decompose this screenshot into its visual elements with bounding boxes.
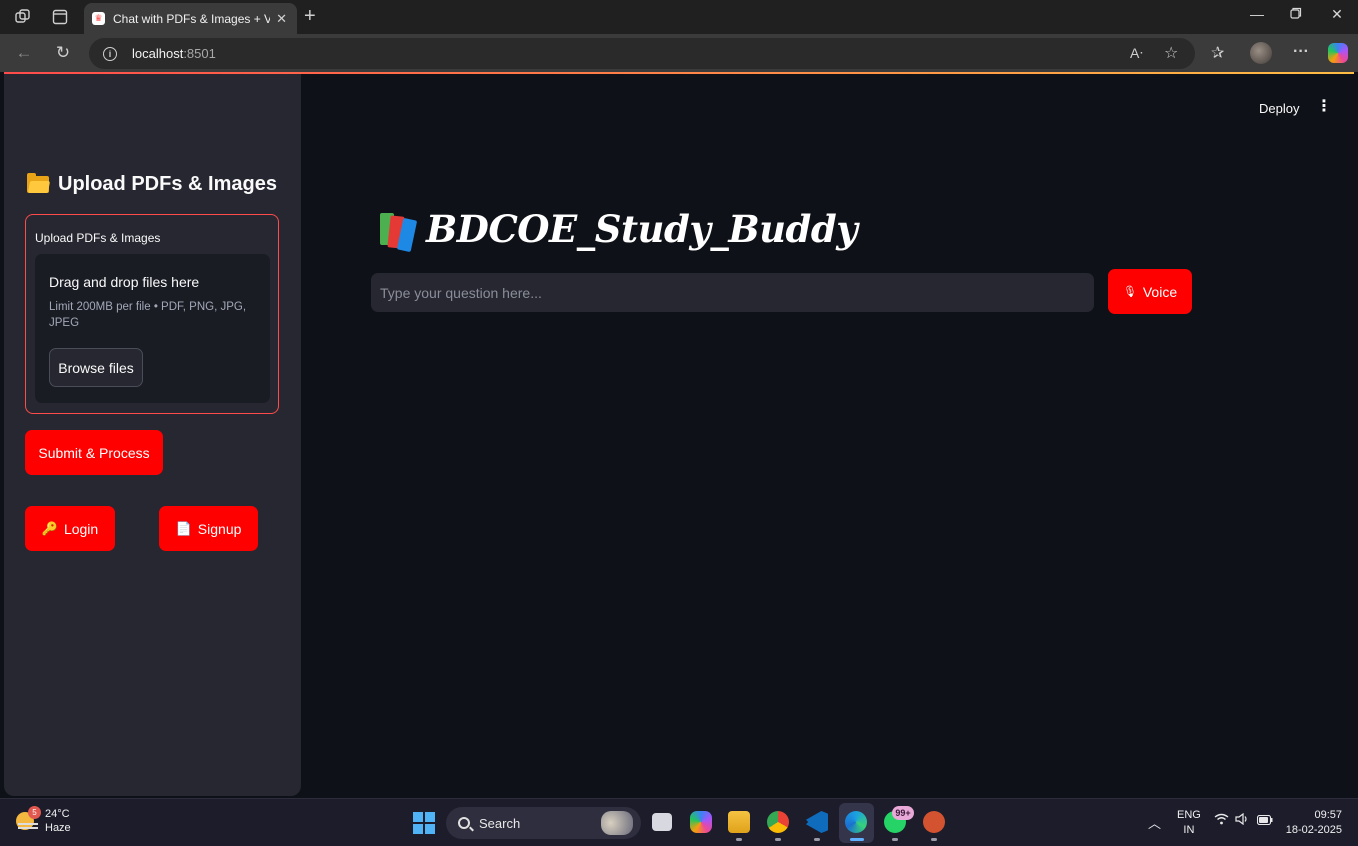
refresh-icon[interactable]: ↻ — [53, 43, 73, 63]
weather-badge: 5 — [28, 806, 41, 819]
voice-button[interactable]: 🎙 Voice — [1108, 269, 1192, 314]
dropzone-limit-text: Limit 200MB per file • PDF, PNG, JPG, JP… — [49, 301, 247, 329]
site-info-icon[interactable]: i — [103, 46, 117, 61]
whatsapp-badge: 99+ — [892, 806, 914, 820]
search-highlight-icon — [601, 811, 633, 835]
running-indicator — [736, 838, 742, 841]
chevron-up-icon[interactable]: ︿ — [1148, 813, 1161, 832]
url-host: localhost — [132, 46, 184, 61]
new-tab-icon[interactable]: + — [304, 6, 316, 26]
signup-button[interactable]: 📄 Signup — [159, 506, 258, 551]
running-indicator — [892, 838, 898, 841]
browser-tab-bar: ♛ Chat with PDFs & Images + Voice ✕ + — … — [0, 0, 1358, 34]
sidebar-title-text: Upload PDFs & Images — [58, 173, 277, 195]
weather-widget[interactable]: 5 24°C Haze — [16, 806, 71, 835]
browse-files-button[interactable]: Browse files — [49, 348, 143, 387]
running-indicator — [775, 838, 781, 841]
edge-icon[interactable] — [845, 811, 867, 833]
vertical-tabs-icon[interactable] — [50, 7, 70, 27]
lang-region: IN — [1183, 824, 1195, 836]
taskbar-search[interactable]: Search — [446, 807, 641, 839]
close-window-icon[interactable]: ✕ — [1327, 6, 1347, 23]
haze-weather-icon: 5 — [16, 806, 41, 832]
close-tab-icon[interactable]: ✕ — [276, 11, 287, 27]
key-icon: 🔑 — [41, 520, 58, 536]
vertical-ellipsis-icon[interactable]: ⋮ — [1316, 99, 1332, 115]
sidebar: Upload PDFs & Images Upload PDFs & Image… — [4, 74, 301, 796]
login-label: Login — [63, 520, 99, 537]
submit-process-button[interactable]: Submit & Process — [25, 430, 163, 475]
app-view: Upload PDFs & Images Upload PDFs & Image… — [4, 74, 1354, 796]
weather-temp: 24°C — [45, 808, 70, 820]
page-title-text: BDCOE_Study_Buddy — [426, 207, 858, 251]
language-indicator[interactable]: ENG IN — [1177, 808, 1201, 838]
clock-time: 09:57 — [1314, 809, 1342, 821]
streamlit-favicon-icon: ♛ — [92, 12, 105, 25]
file-uploader: Upload PDFs & Images Drag and drop files… — [25, 214, 279, 414]
uploader-label: Upload PDFs & Images — [35, 231, 161, 245]
back-icon[interactable]: ← — [14, 43, 34, 63]
question-input[interactable] — [371, 273, 1094, 312]
read-aloud-icon[interactable]: Aᐧ — [1130, 45, 1143, 62]
running-indicator — [931, 838, 937, 841]
battery-icon[interactable] — [1256, 813, 1273, 828]
signup-label: Signup — [197, 520, 242, 537]
workspaces-icon[interactable] — [13, 7, 33, 27]
system-clock[interactable]: 09:57 18-02-2025 — [1282, 808, 1342, 838]
wifi-icon[interactable] — [1214, 813, 1229, 828]
search-icon — [458, 817, 470, 829]
file-explorer-icon[interactable] — [728, 811, 750, 833]
page-title: BDCOE_Study_Buddy — [378, 207, 858, 253]
taskbar: 5 24°C Haze Search 99+ ︿ ENG IN 09:57 18… — [0, 798, 1358, 846]
active-indicator — [850, 838, 864, 841]
lang-code: ENG — [1177, 809, 1201, 821]
clock-date: 18-02-2025 — [1285, 824, 1342, 836]
active-tab[interactable]: ♛ Chat with PDFs & Images + Voice ✕ — [84, 3, 297, 34]
voice-label: Voice — [1142, 283, 1178, 300]
microphone-icon: 🎙 — [1122, 286, 1137, 298]
dropzone-title: Drag and drop files here — [49, 274, 200, 290]
deploy-button[interactable]: Deploy — [1259, 101, 1299, 116]
folder-icon — [27, 173, 51, 193]
restore-icon[interactable] — [1286, 6, 1306, 22]
volume-icon[interactable] — [1235, 812, 1250, 828]
books-icon — [378, 209, 418, 253]
windows-start-icon[interactable] — [413, 812, 435, 834]
vscode-icon[interactable] — [806, 811, 828, 833]
powerpoint-icon[interactable] — [923, 811, 945, 833]
more-options-icon[interactable]: ··· — [1293, 43, 1309, 61]
weather-desc: Haze — [45, 822, 71, 834]
favorites-icon[interactable]: ✰ — [1211, 43, 1224, 63]
address-bar-row: ← ↻ i localhost:8501 Aᐧ ☆ ✰ ··· — [0, 34, 1358, 72]
copilot-app-icon[interactable] — [690, 811, 712, 833]
login-button[interactable]: 🔑 Login — [25, 506, 115, 551]
minimize-icon[interactable]: — — [1247, 6, 1267, 22]
file-dropzone[interactable]: Drag and drop files here Limit 200MB per… — [35, 254, 270, 403]
profile-avatar[interactable] — [1250, 42, 1272, 64]
sidebar-title: Upload PDFs & Images — [27, 173, 277, 196]
page-icon: 📄 — [175, 520, 192, 536]
search-label: Search — [479, 815, 521, 831]
tab-title: Chat with PDFs & Images + Voice — [113, 11, 271, 26]
task-view-icon[interactable] — [652, 813, 672, 831]
url-port: :8501 — [183, 46, 216, 61]
url-field[interactable]: i localhost:8501 Aᐧ ☆ — [89, 38, 1195, 69]
favorite-star-icon[interactable]: ☆ — [1164, 43, 1178, 63]
running-indicator — [814, 838, 820, 841]
chrome-icon[interactable] — [767, 811, 789, 833]
copilot-icon[interactable] — [1328, 43, 1348, 63]
